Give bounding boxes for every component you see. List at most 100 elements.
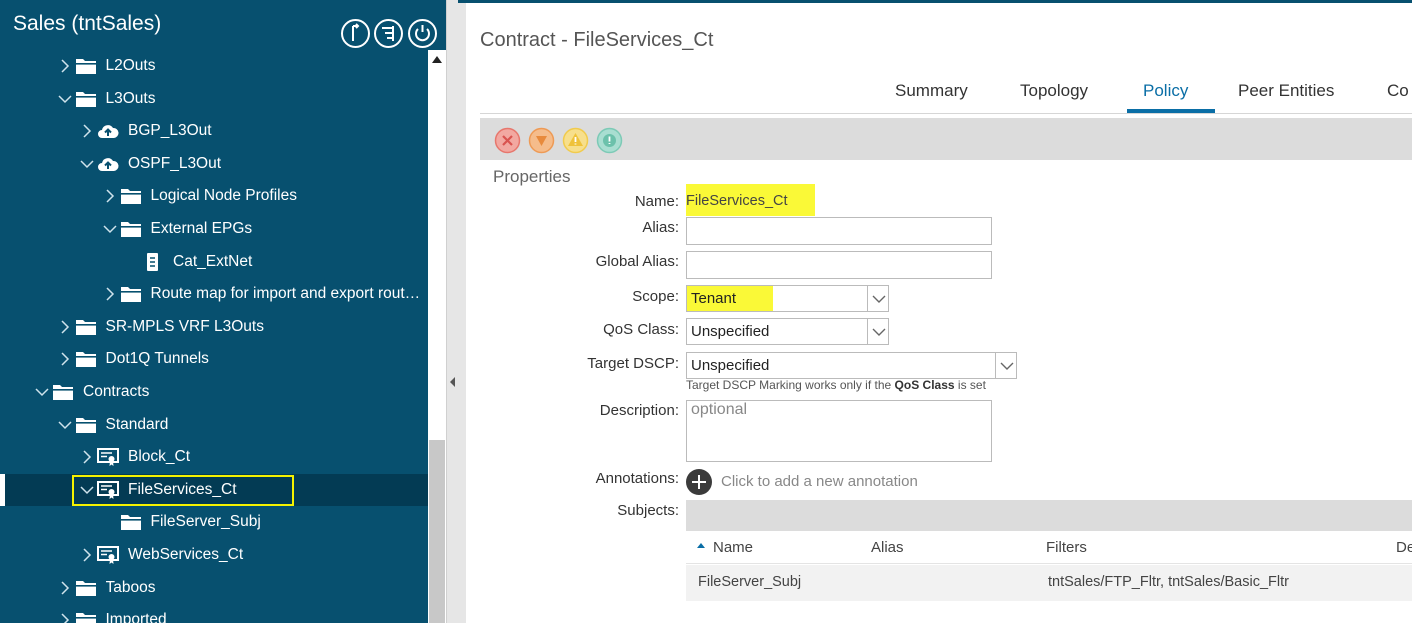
major-fault-icon[interactable] (528, 127, 555, 154)
tree-item[interactable]: Taboos (0, 572, 428, 605)
tree-item-label: L2Outs (105, 57, 156, 74)
tree-item[interactable]: Block_Ct (0, 441, 428, 474)
chevron-right-icon[interactable] (80, 548, 94, 562)
tree-item[interactable]: Route map for import and export route... (0, 278, 428, 311)
tree-item[interactable]: SR-MPLS VRF L3Outs (0, 311, 428, 344)
tree-item[interactable]: FileServer_Subj (0, 506, 428, 539)
chevron-right-icon[interactable] (103, 287, 117, 301)
chevron-right-icon[interactable] (58, 320, 72, 334)
description-textarea[interactable]: optional (686, 400, 992, 462)
collapse-left-icon[interactable] (450, 377, 455, 387)
tree-item[interactable]: External EPGs (0, 213, 428, 246)
minor-fault-icon[interactable] (562, 127, 589, 154)
tree-item-label: Logical Node Profiles (150, 187, 297, 205)
warning-fault-icon[interactable] (596, 127, 623, 154)
chevron-down-icon[interactable] (80, 483, 94, 497)
sort-ascending-icon[interactable] (697, 543, 705, 548)
tab-contract-more[interactable]: Co (1387, 81, 1409, 101)
chevron-down-icon[interactable] (57, 92, 72, 106)
table-row[interactable]: FileServer_Subj tntSales/FTP_Fltr, tntSa… (686, 565, 1412, 601)
tree-item-label: Route map for import and export route... (150, 285, 427, 303)
tree-item-label: SR-MPLS VRF L3Outs (105, 317, 265, 335)
dscp-hint-prefix: Target DSCP Marking works only if the (686, 378, 892, 392)
tree-item-label: Contracts (83, 382, 150, 400)
tree-item[interactable]: Imported (0, 604, 428, 623)
tree-item-label: FileServer_Subj (150, 513, 261, 531)
add-annotation-link[interactable]: Click to add a new annotation (721, 473, 918, 490)
folder-icon (75, 415, 97, 435)
contract-icon (97, 480, 119, 500)
tree-item-label: External EPGs (150, 219, 253, 237)
collapse-up-icon[interactable] (341, 19, 370, 48)
tree-item[interactable]: WebServices_Ct (0, 539, 428, 572)
tab-peer-entities[interactable]: Peer Entities (1238, 81, 1334, 101)
subject-name: FileServer_Subj (698, 574, 802, 590)
folder-icon (120, 219, 142, 239)
tab-summary[interactable]: Summary (895, 81, 968, 101)
global-alias-input[interactable] (686, 251, 992, 279)
delete-fault-icon[interactable] (494, 127, 521, 154)
folder-icon (75, 89, 97, 109)
tree-item-label: Dot1Q Tunnels (105, 350, 209, 368)
refresh-icon[interactable] (408, 19, 437, 48)
chevron-down-icon[interactable] (80, 157, 94, 171)
qos-class-select[interactable]: Unspecified (686, 318, 889, 345)
tree-item[interactable]: OSPF_L3Out (0, 148, 428, 181)
list-view-icon[interactable] (374, 19, 403, 48)
alias-label: Alias: (642, 219, 679, 236)
tree-item-label: Imported (105, 611, 167, 623)
chevron-down-icon[interactable] (867, 286, 889, 311)
pane-splitter[interactable] (446, 0, 466, 623)
target-dscp-value: Unspecified (691, 357, 770, 374)
cloud-upload-icon (97, 121, 119, 141)
dscp-hint-suffix: is set (957, 378, 986, 392)
sidebar-scrollbar[interactable] (428, 50, 446, 623)
column-alias[interactable]: Alias (871, 539, 904, 556)
scope-select[interactable]: Tenant (686, 285, 889, 312)
chevron-down-icon[interactable] (102, 222, 117, 236)
scope-label: Scope: (632, 288, 679, 305)
chevron-down-icon[interactable] (57, 418, 72, 432)
column-filters[interactable]: Filters (1046, 539, 1087, 556)
tree-item[interactable]: Dot1Q Tunnels (0, 343, 428, 376)
tree-item[interactable]: FileServices_Ct (0, 473, 428, 507)
annotations-label: Annotations: (595, 470, 679, 487)
scrollbar-thumb[interactable] (429, 440, 445, 623)
chevron-right-icon[interactable] (58, 59, 72, 73)
contract-icon (97, 545, 119, 565)
subjects-label: Subjects: (617, 502, 679, 519)
document-icon (142, 252, 164, 272)
scroll-up-arrow-icon[interactable] (432, 56, 442, 63)
tree-item[interactable]: Contracts (0, 376, 428, 409)
folder-icon (75, 578, 97, 598)
column-name[interactable]: Name (713, 539, 753, 556)
chevron-down-icon[interactable] (35, 385, 49, 399)
column-description[interactable]: De (1396, 539, 1412, 556)
folder-icon (75, 56, 97, 76)
tree-item[interactable]: L2Outs (0, 50, 428, 83)
chevron-right-icon[interactable] (58, 580, 72, 595)
chevron-down-icon[interactable] (995, 353, 1017, 378)
add-annotation-icon[interactable] (686, 469, 712, 495)
chevron-right-icon[interactable] (103, 189, 117, 203)
chevron-right-icon[interactable] (80, 124, 94, 138)
tab-policy[interactable]: Policy (1143, 81, 1188, 101)
tree-item-label: Standard (105, 415, 169, 433)
chevron-right-icon[interactable] (80, 450, 94, 464)
tree-item-label: Cat_ExtNet (173, 252, 253, 270)
chevron-right-icon[interactable] (58, 352, 72, 366)
folder-icon (120, 512, 142, 532)
tree-item[interactable]: Logical Node Profiles (0, 180, 428, 213)
target-dscp-select[interactable]: Unspecified (686, 352, 1017, 379)
tree-item-label: WebServices_Ct (128, 545, 244, 563)
chevron-down-icon[interactable] (867, 319, 889, 344)
tree-item[interactable]: Cat_ExtNet (0, 246, 428, 279)
tree-item[interactable]: L3Outs (0, 83, 428, 116)
chevron-right-icon[interactable] (58, 613, 72, 623)
target-dscp-label: Target DSCP: (587, 355, 679, 372)
tree-item-label: OSPF_L3Out (128, 154, 222, 172)
tree-item[interactable]: BGP_L3Out (0, 115, 428, 148)
tab-topology[interactable]: Topology (1020, 81, 1088, 101)
alias-input[interactable] (686, 217, 992, 245)
tree-item[interactable]: Standard (0, 409, 428, 442)
